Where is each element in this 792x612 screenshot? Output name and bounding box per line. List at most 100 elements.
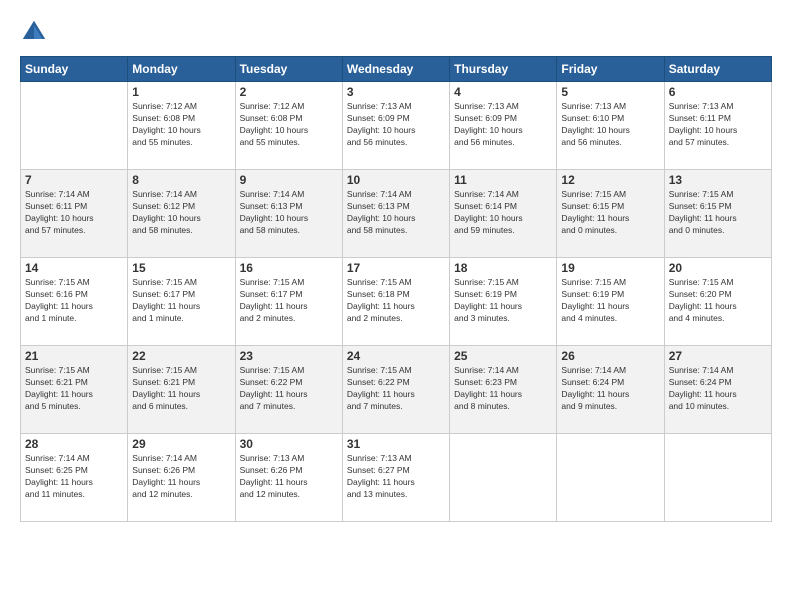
calendar-cell bbox=[450, 434, 557, 522]
weekday-header: Tuesday bbox=[235, 57, 342, 82]
day-info: Sunrise: 7:14 AM Sunset: 6:24 PM Dayligh… bbox=[669, 365, 767, 413]
day-info: Sunrise: 7:13 AM Sunset: 6:26 PM Dayligh… bbox=[240, 453, 338, 501]
calendar-cell: 22 Sunrise: 7:15 AM Sunset: 6:21 PM Dayli… bbox=[128, 346, 235, 434]
calendar-cell: 31 Sunrise: 7:13 AM Sunset: 6:27 PM Dayli… bbox=[342, 434, 449, 522]
day-number: 12 bbox=[561, 173, 659, 187]
calendar-cell: 8 Sunrise: 7:14 AM Sunset: 6:12 PM Daylig… bbox=[128, 170, 235, 258]
weekday-header: Friday bbox=[557, 57, 664, 82]
calendar-cell: 30 Sunrise: 7:13 AM Sunset: 6:26 PM Dayli… bbox=[235, 434, 342, 522]
calendar-cell: 6 Sunrise: 7:13 AM Sunset: 6:11 PM Daylig… bbox=[664, 82, 771, 170]
day-info: Sunrise: 7:14 AM Sunset: 6:25 PM Dayligh… bbox=[25, 453, 123, 501]
day-info: Sunrise: 7:13 AM Sunset: 6:10 PM Dayligh… bbox=[561, 101, 659, 149]
day-info: Sunrise: 7:14 AM Sunset: 6:13 PM Dayligh… bbox=[240, 189, 338, 237]
day-number: 28 bbox=[25, 437, 123, 451]
day-info: Sunrise: 7:14 AM Sunset: 6:11 PM Dayligh… bbox=[25, 189, 123, 237]
calendar-cell: 5Sunrise: 7:13 AM Sunset: 6:10 PM Daylig… bbox=[557, 82, 664, 170]
day-info: Sunrise: 7:12 AM Sunset: 6:08 PM Dayligh… bbox=[132, 101, 230, 149]
calendar-cell: 3Sunrise: 7:13 AM Sunset: 6:09 PM Daylig… bbox=[342, 82, 449, 170]
day-info: Sunrise: 7:13 AM Sunset: 6:11 PM Dayligh… bbox=[669, 101, 767, 149]
calendar-week-row: 14 Sunrise: 7:15 AM Sunset: 6:16 PM Dayli… bbox=[21, 258, 772, 346]
day-number: 11 bbox=[454, 173, 552, 187]
day-info: Sunrise: 7:15 AM Sunset: 6:20 PM Dayligh… bbox=[669, 277, 767, 325]
day-number: 31 bbox=[347, 437, 445, 451]
day-number: 22 bbox=[132, 349, 230, 363]
calendar-cell: 25 Sunrise: 7:14 AM Sunset: 6:23 PM Dayli… bbox=[450, 346, 557, 434]
day-info: Sunrise: 7:15 AM Sunset: 6:21 PM Dayligh… bbox=[25, 365, 123, 413]
calendar-cell bbox=[21, 82, 128, 170]
calendar-cell: 4 Sunrise: 7:13 AM Sunset: 6:09 PM Daylig… bbox=[450, 82, 557, 170]
calendar-week-row: 21 Sunrise: 7:15 AM Sunset: 6:21 PM Dayli… bbox=[21, 346, 772, 434]
day-number: 29 bbox=[132, 437, 230, 451]
calendar-body: 1 Sunrise: 7:12 AM Sunset: 6:08 PM Daylig… bbox=[21, 82, 772, 522]
day-info: Sunrise: 7:13 AM Sunset: 6:27 PM Dayligh… bbox=[347, 453, 445, 501]
day-info: Sunrise: 7:14 AM Sunset: 6:12 PM Dayligh… bbox=[132, 189, 230, 237]
day-info: Sunrise: 7:14 AM Sunset: 6:26 PM Dayligh… bbox=[132, 453, 230, 501]
calendar-cell: 20 Sunrise: 7:15 AM Sunset: 6:20 PM Dayli… bbox=[664, 258, 771, 346]
logo bbox=[20, 18, 52, 46]
day-number: 1 bbox=[132, 85, 230, 99]
calendar-week-row: 1 Sunrise: 7:12 AM Sunset: 6:08 PM Daylig… bbox=[21, 82, 772, 170]
day-info: Sunrise: 7:15 AM Sunset: 6:21 PM Dayligh… bbox=[132, 365, 230, 413]
day-number: 9 bbox=[240, 173, 338, 187]
day-info: Sunrise: 7:12 AM Sunset: 6:08 PM Dayligh… bbox=[240, 101, 338, 149]
calendar-cell: 14 Sunrise: 7:15 AM Sunset: 6:16 PM Dayli… bbox=[21, 258, 128, 346]
day-number: 23 bbox=[240, 349, 338, 363]
calendar-cell bbox=[557, 434, 664, 522]
calendar-cell: 29 Sunrise: 7:14 AM Sunset: 6:26 PM Dayli… bbox=[128, 434, 235, 522]
calendar-table: SundayMondayTuesdayWednesdayThursdayFrid… bbox=[20, 56, 772, 522]
weekday-header: Wednesday bbox=[342, 57, 449, 82]
day-number: 20 bbox=[669, 261, 767, 275]
calendar-cell: 24 Sunrise: 7:15 AM Sunset: 6:22 PM Dayli… bbox=[342, 346, 449, 434]
day-number: 21 bbox=[25, 349, 123, 363]
calendar-cell: 1 Sunrise: 7:12 AM Sunset: 6:08 PM Daylig… bbox=[128, 82, 235, 170]
day-number: 24 bbox=[347, 349, 445, 363]
day-info: Sunrise: 7:13 AM Sunset: 6:09 PM Dayligh… bbox=[454, 101, 552, 149]
calendar-cell: 9 Sunrise: 7:14 AM Sunset: 6:13 PM Daylig… bbox=[235, 170, 342, 258]
day-info: Sunrise: 7:15 AM Sunset: 6:22 PM Dayligh… bbox=[240, 365, 338, 413]
weekday-header: Monday bbox=[128, 57, 235, 82]
calendar-cell: 21 Sunrise: 7:15 AM Sunset: 6:21 PM Dayli… bbox=[21, 346, 128, 434]
weekday-header: Saturday bbox=[664, 57, 771, 82]
calendar-cell: 12Sunrise: 7:15 AM Sunset: 6:15 PM Dayli… bbox=[557, 170, 664, 258]
day-number: 13 bbox=[669, 173, 767, 187]
day-number: 6 bbox=[669, 85, 767, 99]
calendar-cell: 28 Sunrise: 7:14 AM Sunset: 6:25 PM Dayli… bbox=[21, 434, 128, 522]
day-info: Sunrise: 7:15 AM Sunset: 6:22 PM Dayligh… bbox=[347, 365, 445, 413]
calendar-cell: 23 Sunrise: 7:15 AM Sunset: 6:22 PM Dayli… bbox=[235, 346, 342, 434]
day-number: 7 bbox=[25, 173, 123, 187]
calendar-cell: 7 Sunrise: 7:14 AM Sunset: 6:11 PM Daylig… bbox=[21, 170, 128, 258]
calendar-week-row: 7 Sunrise: 7:14 AM Sunset: 6:11 PM Daylig… bbox=[21, 170, 772, 258]
day-info: Sunrise: 7:15 AM Sunset: 6:18 PM Dayligh… bbox=[347, 277, 445, 325]
calendar-cell: 15Sunrise: 7:15 AM Sunset: 6:17 PM Dayli… bbox=[128, 258, 235, 346]
day-number: 14 bbox=[25, 261, 123, 275]
calendar-cell: 13 Sunrise: 7:15 AM Sunset: 6:15 PM Dayli… bbox=[664, 170, 771, 258]
day-info: Sunrise: 7:15 AM Sunset: 6:19 PM Dayligh… bbox=[561, 277, 659, 325]
day-number: 19 bbox=[561, 261, 659, 275]
calendar-cell: 16 Sunrise: 7:15 AM Sunset: 6:17 PM Dayli… bbox=[235, 258, 342, 346]
weekday-header-row: SundayMondayTuesdayWednesdayThursdayFrid… bbox=[21, 57, 772, 82]
day-number: 8 bbox=[132, 173, 230, 187]
day-number: 26 bbox=[561, 349, 659, 363]
calendar-cell: 11 Sunrise: 7:14 AM Sunset: 6:14 PM Dayli… bbox=[450, 170, 557, 258]
day-number: 16 bbox=[240, 261, 338, 275]
logo-icon bbox=[20, 18, 48, 46]
day-info: Sunrise: 7:15 AM Sunset: 6:17 PM Dayligh… bbox=[240, 277, 338, 325]
calendar-cell: 18Sunrise: 7:15 AM Sunset: 6:19 PM Dayli… bbox=[450, 258, 557, 346]
day-number: 2 bbox=[240, 85, 338, 99]
calendar-cell: 27Sunrise: 7:14 AM Sunset: 6:24 PM Dayli… bbox=[664, 346, 771, 434]
day-info: Sunrise: 7:15 AM Sunset: 6:17 PM Dayligh… bbox=[132, 277, 230, 325]
day-info: Sunrise: 7:15 AM Sunset: 6:16 PM Dayligh… bbox=[25, 277, 123, 325]
day-number: 25 bbox=[454, 349, 552, 363]
calendar-week-row: 28 Sunrise: 7:14 AM Sunset: 6:25 PM Dayli… bbox=[21, 434, 772, 522]
calendar-cell bbox=[664, 434, 771, 522]
day-info: Sunrise: 7:14 AM Sunset: 6:23 PM Dayligh… bbox=[454, 365, 552, 413]
header bbox=[20, 18, 772, 46]
day-number: 17 bbox=[347, 261, 445, 275]
day-info: Sunrise: 7:14 AM Sunset: 6:14 PM Dayligh… bbox=[454, 189, 552, 237]
weekday-header: Thursday bbox=[450, 57, 557, 82]
day-number: 30 bbox=[240, 437, 338, 451]
day-number: 4 bbox=[454, 85, 552, 99]
day-info: Sunrise: 7:15 AM Sunset: 6:15 PM Dayligh… bbox=[669, 189, 767, 237]
day-info: Sunrise: 7:14 AM Sunset: 6:13 PM Dayligh… bbox=[347, 189, 445, 237]
calendar-cell: 17 Sunrise: 7:15 AM Sunset: 6:18 PM Dayli… bbox=[342, 258, 449, 346]
